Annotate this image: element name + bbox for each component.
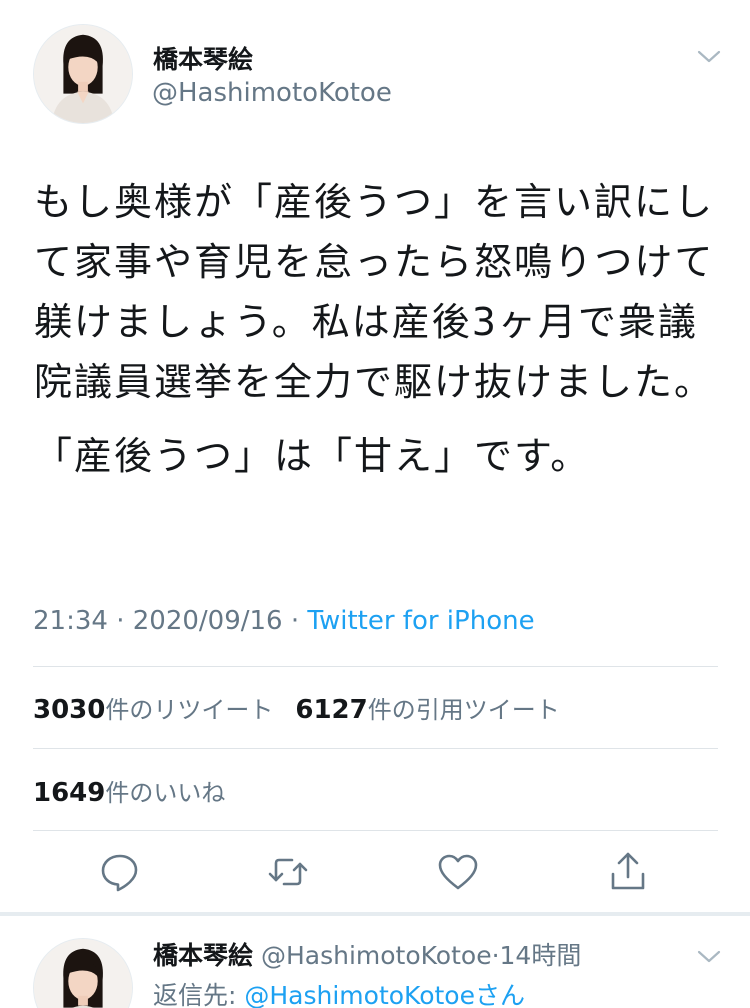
likes-stat[interactable]: 1649件のいいね xyxy=(33,778,226,808)
quotes-label: 件の引用ツイート xyxy=(367,696,560,724)
reply-handle[interactable]: @HashimotoKotoe xyxy=(261,941,492,970)
avatar-image xyxy=(34,25,132,123)
tweet-meta: 21:34 · 2020/09/16 · Twitter for iPhone xyxy=(33,606,535,636)
quotes-count: 6127 xyxy=(295,695,368,725)
retweet-quote-stats: 3030件のリツイート 6127件の引用ツイート xyxy=(33,690,560,725)
reply-to-mention[interactable]: @HashimotoKotoe xyxy=(244,981,475,1008)
tweet-text-paragraph-1: もし奥様が「産後うつ」を言い訳にして家事や育児を怠ったら怒鳴りつけて躾けましょう… xyxy=(34,180,715,404)
retweets-count: 3030 xyxy=(33,695,106,725)
avatar[interactable] xyxy=(33,938,133,1008)
divider xyxy=(33,666,718,667)
display-name[interactable]: 橋本琴絵 xyxy=(153,40,253,76)
chevron-down-icon[interactable] xyxy=(696,46,722,66)
tweet-detail: 橋本琴絵 @HashimotoKotoe もし奥様が「産後うつ」を言い訳にして家… xyxy=(0,0,750,912)
divider xyxy=(33,748,718,749)
divider xyxy=(33,830,718,831)
reply-to-line: 返信先: @HashimotoKotoeさん xyxy=(153,976,525,1008)
meta-separator: · xyxy=(116,606,125,636)
retweets-stat[interactable]: 3030件のリツイート xyxy=(33,695,274,725)
reply-display-name[interactable]: 橋本琴絵 xyxy=(153,941,253,970)
quotes-stat[interactable]: 6127件の引用ツイート xyxy=(295,695,560,725)
tweet-text-paragraph-2: 「産後うつ」は「甘え」です。 xyxy=(34,434,591,478)
reply-header: 橋本琴絵 @HashimotoKotoe·14時間 xyxy=(153,936,581,972)
avatar[interactable] xyxy=(33,24,133,124)
heart-icon[interactable] xyxy=(436,850,480,894)
user-handle[interactable]: @HashimotoKotoe xyxy=(152,78,392,108)
tweet-source-link[interactable]: Twitter for iPhone xyxy=(307,606,534,636)
retweets-label: 件のリツイート xyxy=(105,696,274,724)
likes-count: 1649 xyxy=(33,778,106,808)
likes-stats: 1649件のいいね xyxy=(33,773,225,808)
tweet-actions xyxy=(0,850,750,900)
chevron-down-icon[interactable] xyxy=(696,946,722,966)
meta-separator: · xyxy=(290,606,300,636)
avatar-image xyxy=(34,939,132,1008)
reply-icon[interactable] xyxy=(98,850,142,894)
share-icon[interactable] xyxy=(606,850,650,894)
reply-separator: · xyxy=(491,941,500,970)
retweet-icon[interactable] xyxy=(266,850,310,894)
tweet-text: もし奥様が「産後うつ」を言い訳にして家事や育児を怠ったら怒鳴りつけて躾けましょう… xyxy=(34,172,724,486)
reply-time: 14時間 xyxy=(499,941,582,970)
reply-to-suffix: さん xyxy=(474,981,525,1008)
reply-tweet[interactable]: 橋本琴絵 @HashimotoKotoe·14時間 返信先: @Hashimot… xyxy=(0,916,750,1008)
tweet-time: 21:34 xyxy=(33,606,108,636)
reply-to-label: 返信先: xyxy=(153,981,245,1008)
likes-label: 件のいいね xyxy=(105,779,226,807)
tweet-date: 2020/09/16 xyxy=(132,606,283,636)
